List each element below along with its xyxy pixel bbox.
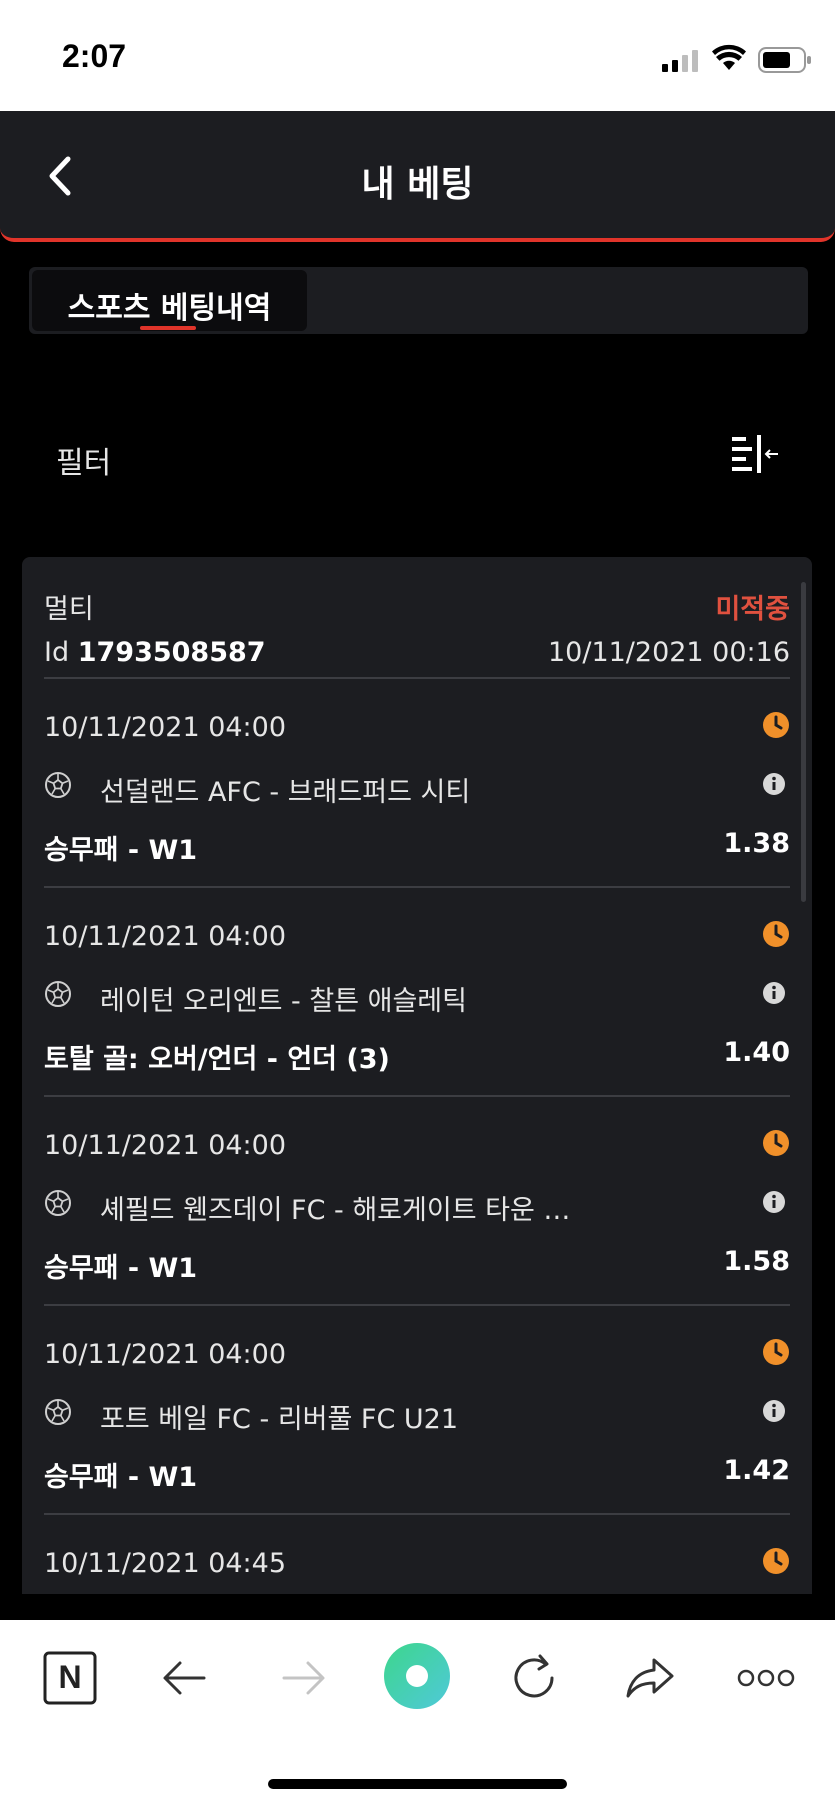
event-datetime: 10/11/2021 04:00 [44,1339,287,1370]
pending-clock-icon [763,712,789,738]
soccer-ball-icon [45,1399,71,1425]
event-datetime: 10/11/2021 04:00 [44,1130,287,1161]
filter-collapse-icon[interactable] [730,433,780,477]
event-market: 승무패 - W1 [44,835,198,866]
bet-card[interactable]: 멀티 미적중 Id 1793508587 10/11/2021 00:16 10… [22,557,812,1594]
status-time: 2:07 [62,38,127,74]
bet-id-prefix: Id [44,637,70,668]
event-datetime: 10/11/2021 04:00 [44,712,287,743]
tab-sports-betting-history[interactable]: 스포츠 베팅내역 [32,270,307,331]
page-title: 내 베팅 [361,164,474,205]
event-match: 레이턴 오리엔트 - 찰튼 애슬레틱 [100,986,467,1017]
naver-icon[interactable]: N [40,1648,100,1708]
naver-letter: N [58,1659,82,1695]
event-match: 포트 베일 FC - 리버풀 FC U21 [100,1404,459,1435]
bet-id: Id 1793508587 [44,637,266,668]
pending-clock-icon [763,1339,789,1365]
event-odds: 1.38 [723,828,790,859]
pending-clock-icon [763,1130,789,1156]
card-scrollbar[interactable] [801,582,806,902]
app-header: 내 베팅 [0,111,835,242]
soccer-ball-icon [45,1190,71,1216]
info-icon[interactable] [762,1399,786,1423]
filter-label: 필터 [56,446,112,481]
battery-icon [758,47,811,73]
event-datetime: 10/11/2021 04:45 [44,1548,287,1579]
event-match: 셰필드 웬즈데이 FC - 해로게이트 타운 … [100,1195,571,1226]
event-odds: 1.58 [723,1246,790,1277]
event-market: 승무패 - W1 [44,1253,198,1284]
home-indicator [268,1779,567,1789]
tab-bar: 스포츠 베팅내역 [29,267,808,334]
info-icon[interactable] [762,981,786,1005]
back-arrow-icon[interactable] [156,1648,216,1708]
bet-type: 멀티 [44,594,94,625]
green-dot-icon[interactable] [383,1642,451,1710]
event-datetime: 10/11/2021 04:00 [44,921,287,952]
info-icon[interactable] [762,1190,786,1214]
soccer-ball-icon [45,981,71,1007]
bet-event-row: 10/11/2021 04:00 레이턴 오리엔트 - 찰튼 애슬레틱 토탈 골… [44,888,790,1097]
wifi-icon [712,44,746,70]
bet-event-row: 10/11/2021 04:45 [44,1515,790,1594]
bet-event-row: 10/11/2021 04:00 선덜랜드 AFC - 브래드퍼드 시티 승무패… [44,679,790,888]
status-bar: 2:07 [0,0,835,111]
pending-clock-icon [763,921,789,947]
event-match: 선덜랜드 AFC - 브래드퍼드 시티 [100,777,471,808]
cellular-signal-icon [662,50,698,72]
active-tab-indicator [140,326,196,330]
info-icon[interactable] [762,772,786,796]
tab-label: 스포츠 베팅내역 [67,291,272,326]
event-odds: 1.42 [723,1455,790,1486]
bet-event-row: 10/11/2021 04:00 셰필드 웬즈데이 FC - 해로게이트 타운 … [44,1097,790,1306]
bet-id-number: 1793508587 [77,637,266,668]
bet-status-badge: 미적중 [715,594,790,625]
pending-clock-icon [763,1548,789,1574]
bet-event-row: 10/11/2021 04:00 포트 베일 FC - 리버풀 FC U21 승… [44,1306,790,1515]
reload-icon[interactable] [504,1648,564,1708]
soccer-ball-icon [45,772,71,798]
event-odds: 1.40 [723,1037,790,1068]
event-market: 승무패 - W1 [44,1462,198,1493]
bet-date: 10/11/2021 00:16 [547,637,790,668]
event-market: 토탈 골: 오버/언더 - 언더 (3) [44,1044,390,1075]
more-icon[interactable] [736,1648,796,1708]
bet-card-header: 멀티 미적중 Id 1793508587 10/11/2021 00:16 [44,557,790,679]
share-icon[interactable] [620,1648,680,1708]
forward-arrow-icon[interactable] [272,1648,332,1708]
